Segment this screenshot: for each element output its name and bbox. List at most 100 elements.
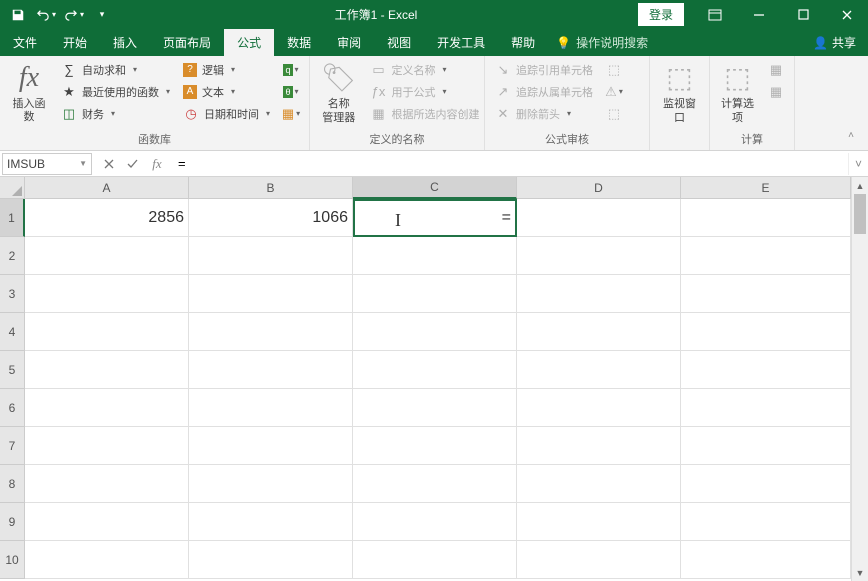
math-trig-button[interactable]: θ▾: [278, 81, 304, 102]
cell-C2[interactable]: [353, 237, 517, 275]
cell-D2[interactable]: [517, 237, 681, 275]
cell-C10[interactable]: [353, 541, 517, 579]
minimize-icon[interactable]: [738, 0, 780, 29]
tab-help[interactable]: 帮助: [498, 29, 548, 56]
tab-formula[interactable]: 公式: [224, 29, 274, 56]
cell-D1[interactable]: [517, 199, 681, 237]
scroll-thumb[interactable]: [854, 194, 866, 234]
insert-function-button[interactable]: fx 插入函数: [5, 59, 53, 127]
row-header-4[interactable]: 4: [0, 313, 25, 351]
cell-C7[interactable]: [353, 427, 517, 465]
cell-D6[interactable]: [517, 389, 681, 427]
cell-A10[interactable]: [25, 541, 189, 579]
accept-formula-button[interactable]: [122, 154, 144, 174]
cell-E1[interactable]: [681, 199, 851, 237]
cell-C3[interactable]: [353, 275, 517, 313]
cell-C8[interactable]: [353, 465, 517, 503]
qat-customize-icon[interactable]: ▾: [90, 4, 114, 26]
text-button[interactable]: A文本▾: [178, 81, 275, 102]
cell-B4[interactable]: [189, 313, 353, 351]
col-header-E[interactable]: E: [681, 177, 851, 199]
datetime-button[interactable]: ◷日期和时间▾: [178, 103, 275, 124]
cell-D8[interactable]: [517, 465, 681, 503]
cell-A5[interactable]: [25, 351, 189, 389]
recent-functions-button[interactable]: ★最近使用的函数▾: [56, 81, 175, 102]
cell-E3[interactable]: [681, 275, 851, 313]
cell-B5[interactable]: [189, 351, 353, 389]
cell-D9[interactable]: [517, 503, 681, 541]
vertical-scrollbar[interactable]: ▲ ▼: [851, 177, 868, 581]
name-box[interactable]: IMSUB ▼: [2, 153, 92, 175]
lookup-ref-button[interactable]: q▾: [278, 59, 304, 80]
cell-E8[interactable]: [681, 465, 851, 503]
cell-E2[interactable]: [681, 237, 851, 275]
cell-A7[interactable]: [25, 427, 189, 465]
cell-E10[interactable]: [681, 541, 851, 579]
cell-C5[interactable]: [353, 351, 517, 389]
cell-E6[interactable]: [681, 389, 851, 427]
more-functions-button[interactable]: ▦▾: [278, 103, 304, 124]
cell-A1[interactable]: 2856: [25, 199, 189, 237]
cell-B7[interactable]: [189, 427, 353, 465]
cell-D3[interactable]: [517, 275, 681, 313]
redo-icon[interactable]: ▾: [62, 4, 86, 26]
cancel-formula-button[interactable]: [98, 154, 120, 174]
row-header-2[interactable]: 2: [0, 237, 25, 275]
cell-A3[interactable]: [25, 275, 189, 313]
row-header-3[interactable]: 3: [0, 275, 25, 313]
cell-C9[interactable]: [353, 503, 517, 541]
cell-C1[interactable]: =: [353, 199, 517, 237]
tab-view[interactable]: 视图: [374, 29, 424, 56]
cell-E4[interactable]: [681, 313, 851, 351]
cell-A9[interactable]: [25, 503, 189, 541]
autosum-button[interactable]: ∑自动求和▾: [56, 59, 175, 80]
row-header-5[interactable]: 5: [0, 351, 25, 389]
cell-A6[interactable]: [25, 389, 189, 427]
row-header-7[interactable]: 7: [0, 427, 25, 465]
col-header-B[interactable]: B: [189, 177, 353, 199]
row-header-9[interactable]: 9: [0, 503, 25, 541]
login-button[interactable]: 登录: [638, 3, 684, 26]
tab-dev[interactable]: 开发工具: [424, 29, 498, 56]
maximize-icon[interactable]: [782, 0, 824, 29]
tab-home[interactable]: 开始: [50, 29, 100, 56]
cell-C6[interactable]: [353, 389, 517, 427]
cell-D7[interactable]: [517, 427, 681, 465]
cell-D10[interactable]: [517, 541, 681, 579]
undo-icon[interactable]: ▾: [34, 4, 58, 26]
formula-bar-input[interactable]: [172, 153, 848, 175]
tab-review[interactable]: 审阅: [324, 29, 374, 56]
cell-A2[interactable]: [25, 237, 189, 275]
cell-E7[interactable]: [681, 427, 851, 465]
save-icon[interactable]: [6, 4, 30, 26]
row-header-8[interactable]: 8: [0, 465, 25, 503]
col-header-C[interactable]: C: [353, 177, 517, 199]
cell-B3[interactable]: [189, 275, 353, 313]
cell-C4[interactable]: [353, 313, 517, 351]
namebox-dropdown-icon[interactable]: ▼: [79, 159, 87, 168]
cell-B2[interactable]: [189, 237, 353, 275]
tab-insert[interactable]: 插入: [100, 29, 150, 56]
tell-me-search[interactable]: 💡 操作说明搜索: [548, 29, 656, 56]
collapse-ribbon-icon[interactable]: ˄: [838, 125, 864, 146]
row-header-10[interactable]: 10: [0, 541, 25, 579]
tab-data[interactable]: 数据: [274, 29, 324, 56]
scroll-down-icon[interactable]: ▼: [852, 564, 868, 581]
expand-formula-bar-icon[interactable]: ˅: [848, 153, 868, 175]
row-header-6[interactable]: 6: [0, 389, 25, 427]
share-button[interactable]: 👤 共享: [801, 29, 868, 56]
logical-button[interactable]: ?逻辑▾: [178, 59, 275, 80]
scroll-up-icon[interactable]: ▲: [852, 177, 868, 194]
tab-layout[interactable]: 页面布局: [150, 29, 224, 56]
cell-B10[interactable]: [189, 541, 353, 579]
row-header-1[interactable]: 1: [0, 199, 25, 237]
cell-E5[interactable]: [681, 351, 851, 389]
cell-B9[interactable]: [189, 503, 353, 541]
cell-B6[interactable]: [189, 389, 353, 427]
cell-D5[interactable]: [517, 351, 681, 389]
col-header-D[interactable]: D: [517, 177, 681, 199]
ribbon-display-icon[interactable]: [694, 0, 736, 29]
col-header-A[interactable]: A: [25, 177, 189, 199]
cell-A4[interactable]: [25, 313, 189, 351]
select-all-corner[interactable]: [0, 177, 25, 199]
